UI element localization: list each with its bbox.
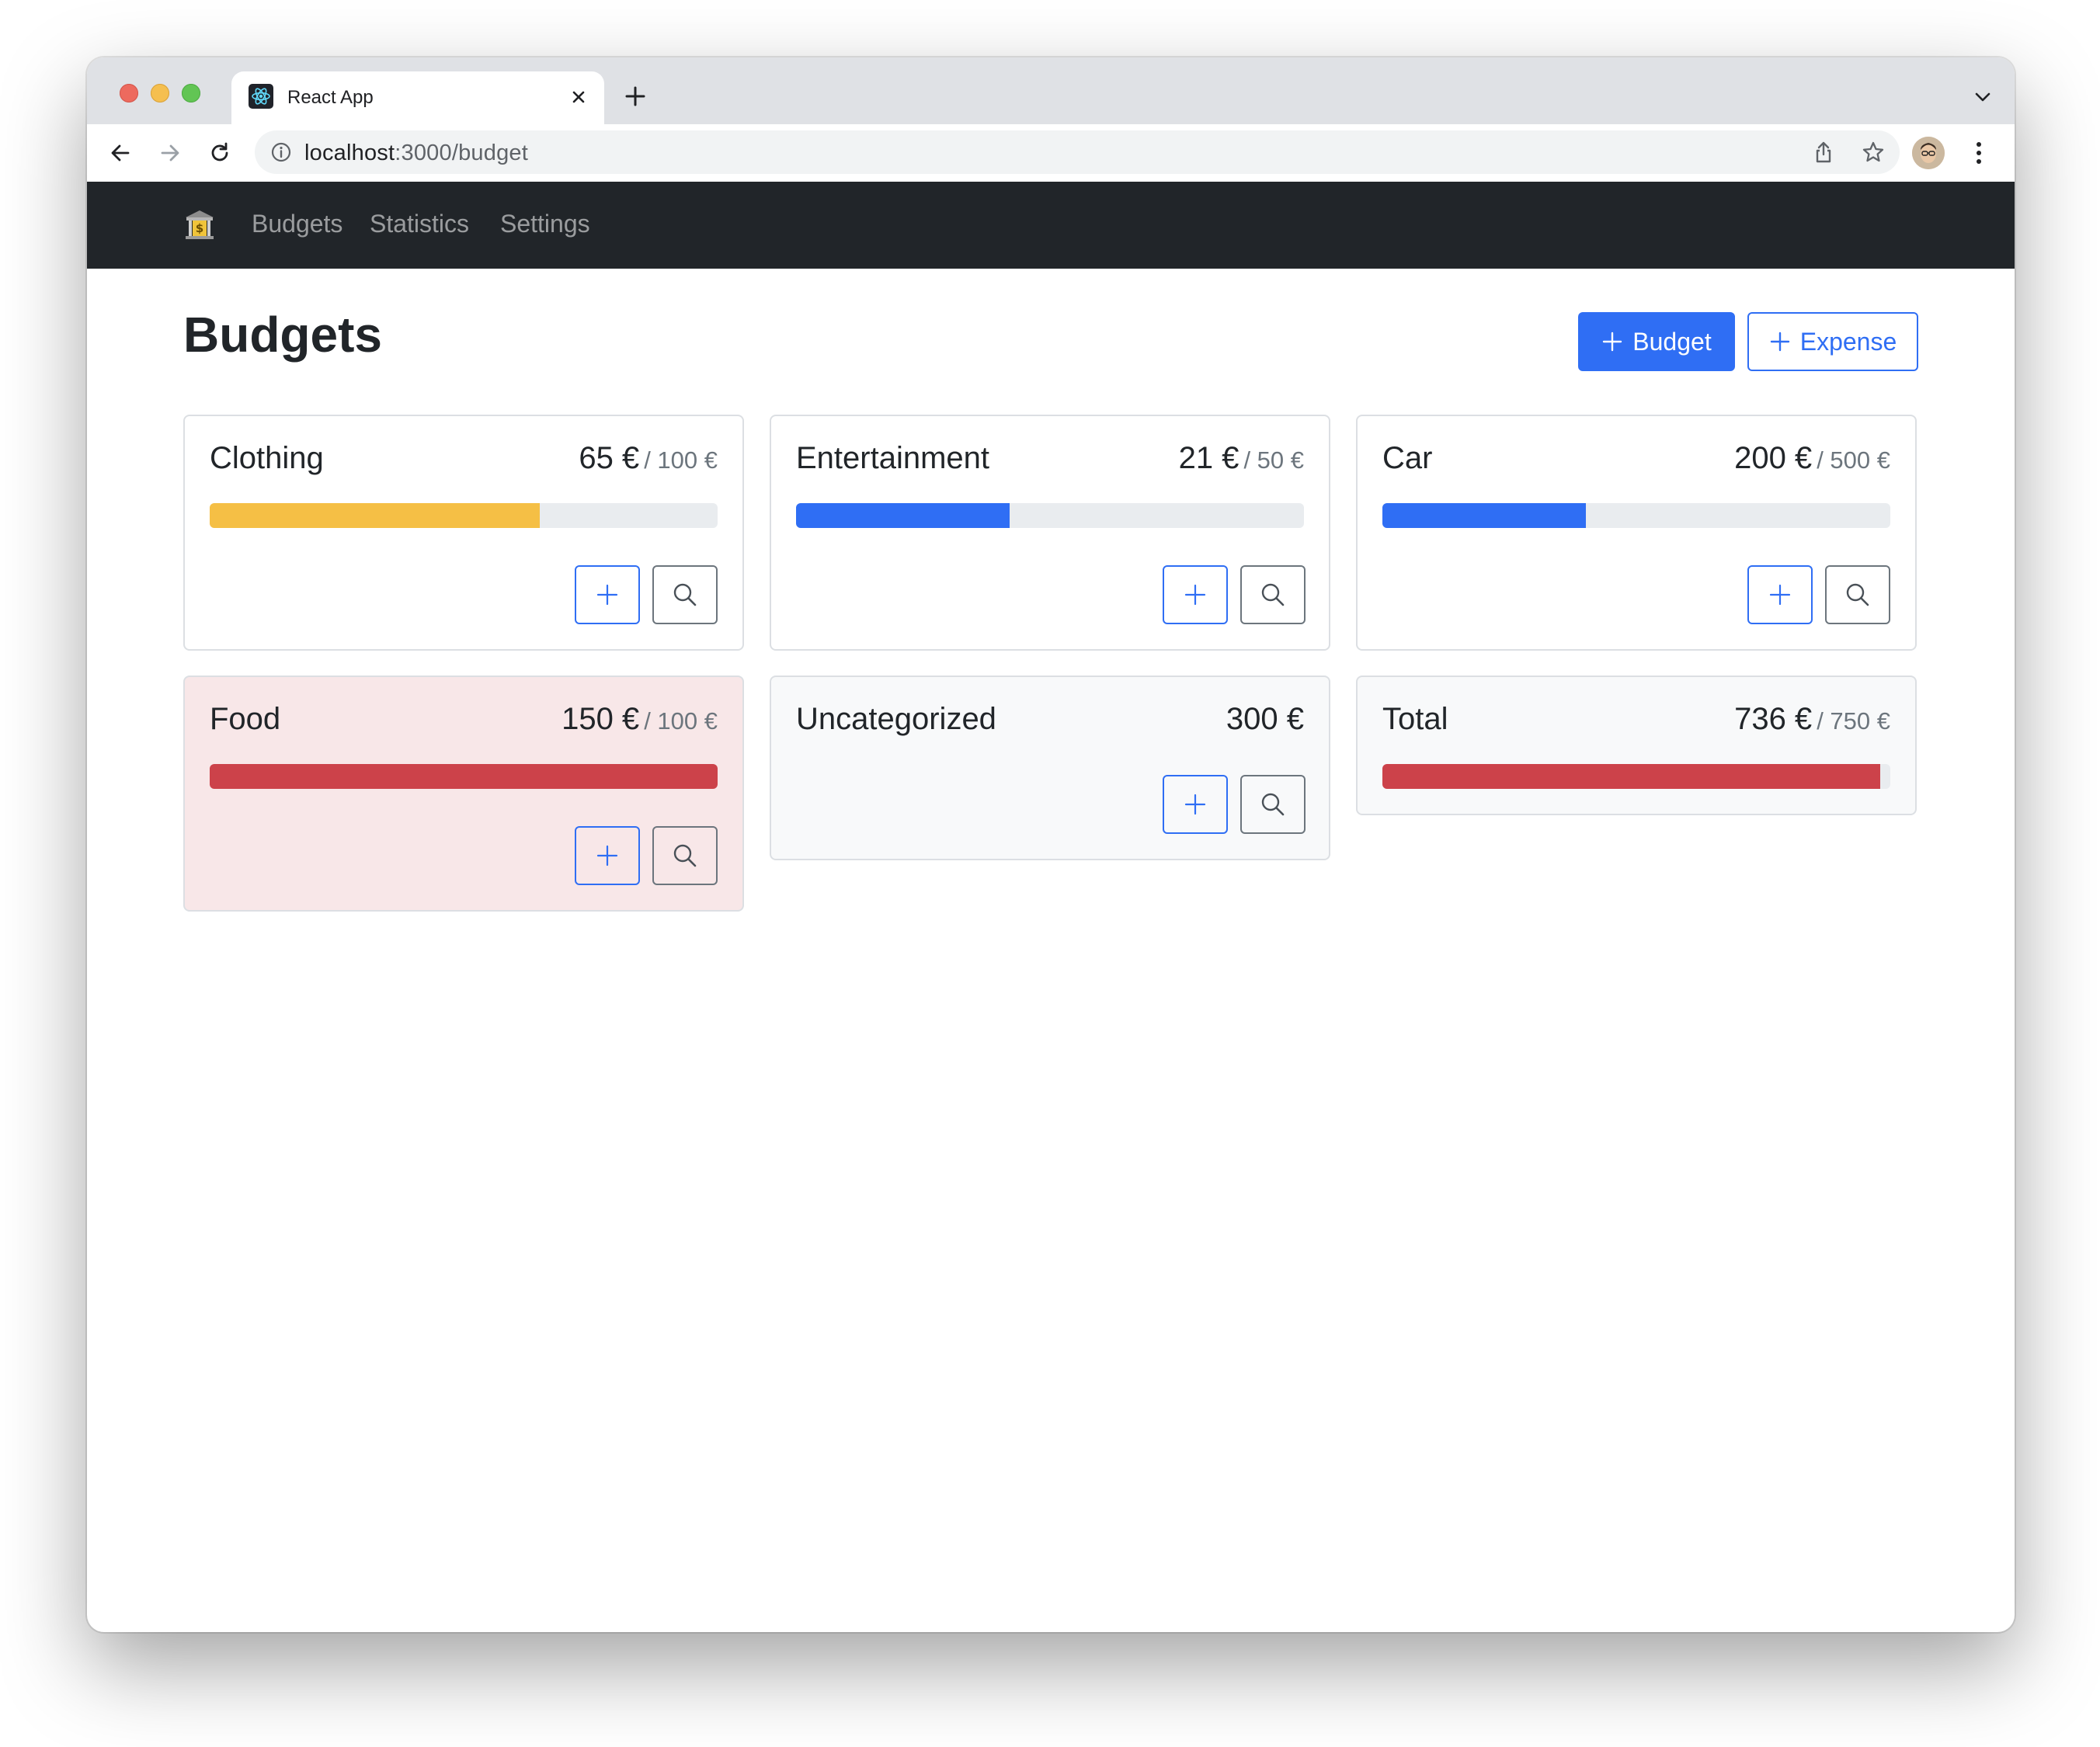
budget-name: Food [210, 702, 281, 736]
nav-link-settings[interactable]: Settings [500, 210, 590, 238]
info-icon[interactable] [270, 141, 292, 163]
budget-amount: 200 €/ 500 € [1734, 441, 1890, 476]
new-tab-icon[interactable] [623, 84, 648, 109]
tab-strip: React App [87, 57, 2015, 124]
more-menu-icon[interactable] [1970, 138, 1988, 168]
url-host: localhost [304, 141, 395, 165]
budget-card-clothing: Clothing 65 €/ 100 € [183, 415, 744, 651]
browser-tab-active[interactable]: React App [231, 71, 604, 124]
amount-spent: 300 € [1226, 702, 1304, 736]
plus-icon [596, 845, 618, 867]
minimize-window-button[interactable] [151, 84, 169, 102]
address-bar[interactable]: localhost:3000/budget [255, 130, 1900, 174]
view-expenses-button[interactable] [1240, 565, 1306, 624]
amount-spent: 65 € [579, 441, 640, 475]
search-icon [1846, 583, 1869, 606]
add-budget-button[interactable]: Budget [1578, 312, 1735, 371]
budget-name: Total [1382, 702, 1448, 736]
search-icon [673, 583, 697, 606]
progress-bar [1382, 503, 1890, 528]
amount-max: / 500 € [1817, 446, 1890, 474]
budget-card-car: Car 200 €/ 500 € [1356, 415, 1917, 651]
add-expense-label: Expense [1799, 327, 1897, 356]
progress-bar [1382, 764, 1890, 789]
view-expenses-button[interactable] [1825, 565, 1890, 624]
search-icon [1261, 793, 1285, 816]
nav-link-budgets[interactable]: Budgets [252, 210, 342, 238]
add-expense-button[interactable] [1163, 565, 1228, 624]
chevron-down-icon[interactable] [1973, 87, 1993, 107]
browser-toolbar: localhost:3000/budget [87, 124, 2015, 182]
budget-amount: 150 €/ 100 € [562, 702, 718, 737]
react-logo-icon [249, 84, 273, 109]
budget-amount: 21 €/ 50 € [1179, 441, 1304, 476]
plus-icon [1603, 332, 1622, 352]
budget-name: Clothing [210, 441, 324, 475]
app-navbar: $ Budgets Statistics Settings [87, 182, 2015, 269]
profile-face-icon [1912, 137, 1945, 169]
budget-amount: 65 €/ 100 € [579, 441, 718, 476]
budget-card-food: Food 150 €/ 100 € [183, 676, 744, 912]
bookmark-star-icon[interactable] [1861, 140, 1886, 165]
budget-amount: 300 € [1226, 702, 1304, 737]
view-expenses-button[interactable] [652, 826, 718, 885]
budget-card-uncategorized: Uncategorized 300 € [770, 676, 1330, 860]
add-expense-button[interactable] [575, 565, 640, 624]
plus-icon [596, 584, 618, 606]
share-icon[interactable] [1811, 140, 1836, 165]
progress-bar [210, 764, 718, 789]
progress-fill [210, 764, 718, 789]
bank-icon[interactable]: $ [183, 208, 216, 241]
progress-fill [1382, 503, 1586, 528]
profile-avatar[interactable] [1912, 137, 1945, 169]
plus-icon [1769, 584, 1791, 606]
amount-spent: 200 € [1734, 441, 1813, 475]
add-expense-button[interactable] [1163, 775, 1228, 834]
progress-fill [210, 503, 541, 528]
amount-max: / 100 € [644, 446, 718, 474]
progress-fill [796, 503, 1010, 528]
url-text: localhost:3000/budget [304, 141, 528, 166]
budget-amount: 736 €/ 750 € [1734, 702, 1890, 737]
nav-link-statistics[interactable]: Statistics [370, 210, 469, 238]
plus-icon [1184, 584, 1206, 606]
progress-fill [1382, 764, 1880, 789]
search-icon [1261, 583, 1285, 606]
budget-name: Uncategorized [796, 702, 996, 736]
progress-bar [210, 503, 718, 528]
url-path: :3000/budget [395, 141, 528, 165]
amount-max: / 50 € [1243, 446, 1304, 474]
budget-card-entertainment: Entertainment 21 €/ 50 € [770, 415, 1330, 651]
browser-window: React App localhost:3000/budget $ Budget… [87, 57, 2015, 1632]
amount-spent: 21 € [1178, 441, 1239, 475]
add-expense-button[interactable] [575, 826, 640, 885]
amount-max: / 100 € [644, 707, 718, 735]
close-window-button[interactable] [120, 84, 138, 102]
svg-text:$: $ [196, 221, 203, 235]
amount-spent: 736 € [1734, 702, 1813, 736]
search-icon [673, 844, 697, 867]
maximize-window-button[interactable] [182, 84, 200, 102]
budget-name: Car [1382, 441, 1433, 475]
amount-spent: 150 € [562, 702, 640, 736]
progress-bar [796, 503, 1304, 528]
add-budget-label: Budget [1632, 327, 1712, 356]
page-title: Budgets [183, 307, 382, 363]
reload-icon[interactable] [207, 140, 233, 166]
tab-title: React App [287, 87, 374, 108]
plus-icon [1770, 332, 1789, 352]
forward-arrow-icon[interactable] [157, 140, 183, 166]
close-tab-icon[interactable] [567, 85, 590, 109]
budget-name: Entertainment [796, 441, 990, 475]
view-expenses-button[interactable] [1240, 775, 1306, 834]
amount-max: / 750 € [1817, 707, 1890, 735]
plus-icon [1184, 794, 1206, 815]
budget-card-total: Total 736 €/ 750 € [1356, 676, 1917, 815]
add-expense-button[interactable] [1747, 565, 1813, 624]
view-expenses-button[interactable] [652, 565, 718, 624]
add-expense-button[interactable]: Expense [1747, 312, 1918, 371]
back-arrow-icon[interactable] [107, 140, 134, 166]
